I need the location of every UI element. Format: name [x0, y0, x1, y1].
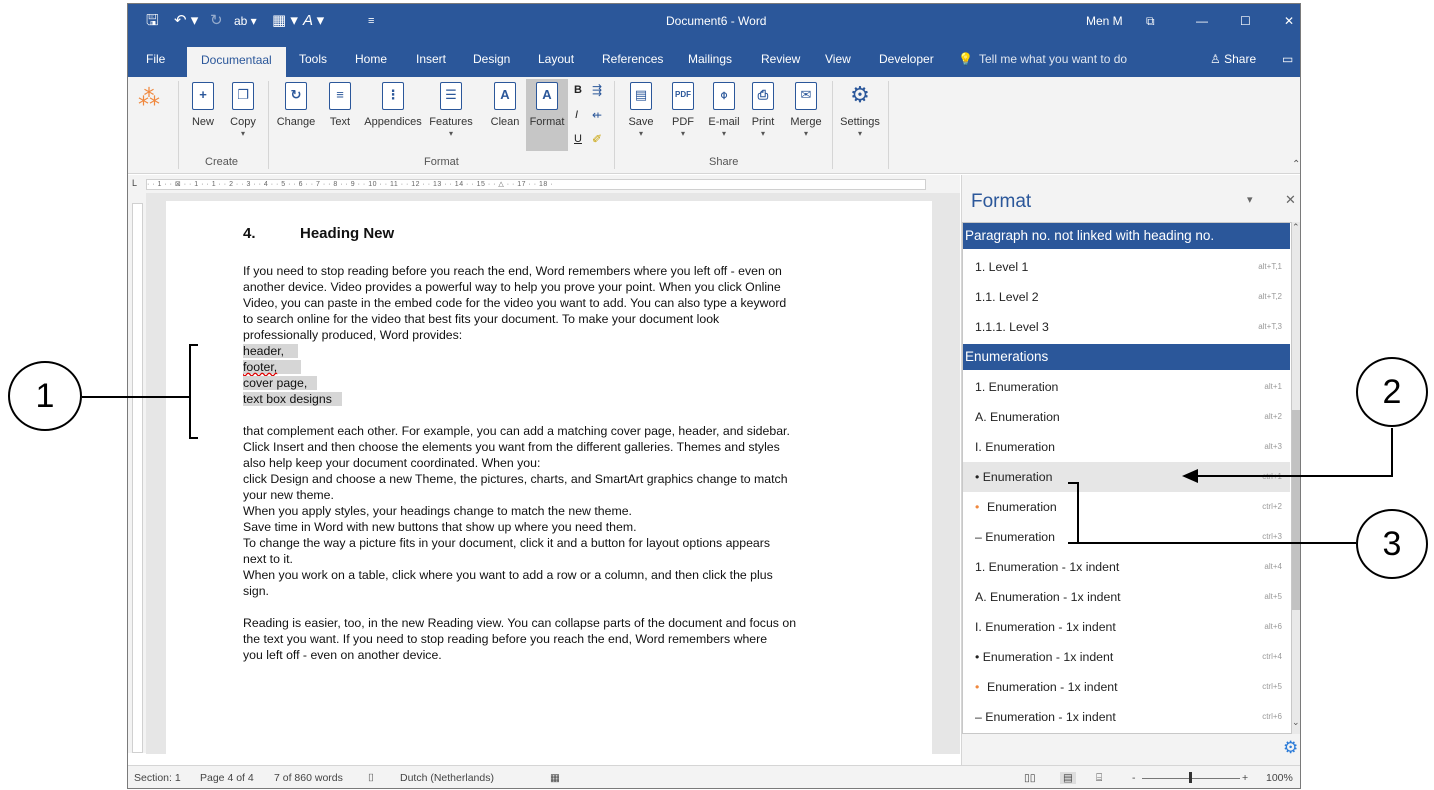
callout-1: 1 — [8, 361, 82, 431]
annotation-lines — [82, 344, 1393, 544]
callout-2: 2 — [1356, 357, 1428, 427]
callout-3: 3 — [1356, 509, 1428, 579]
